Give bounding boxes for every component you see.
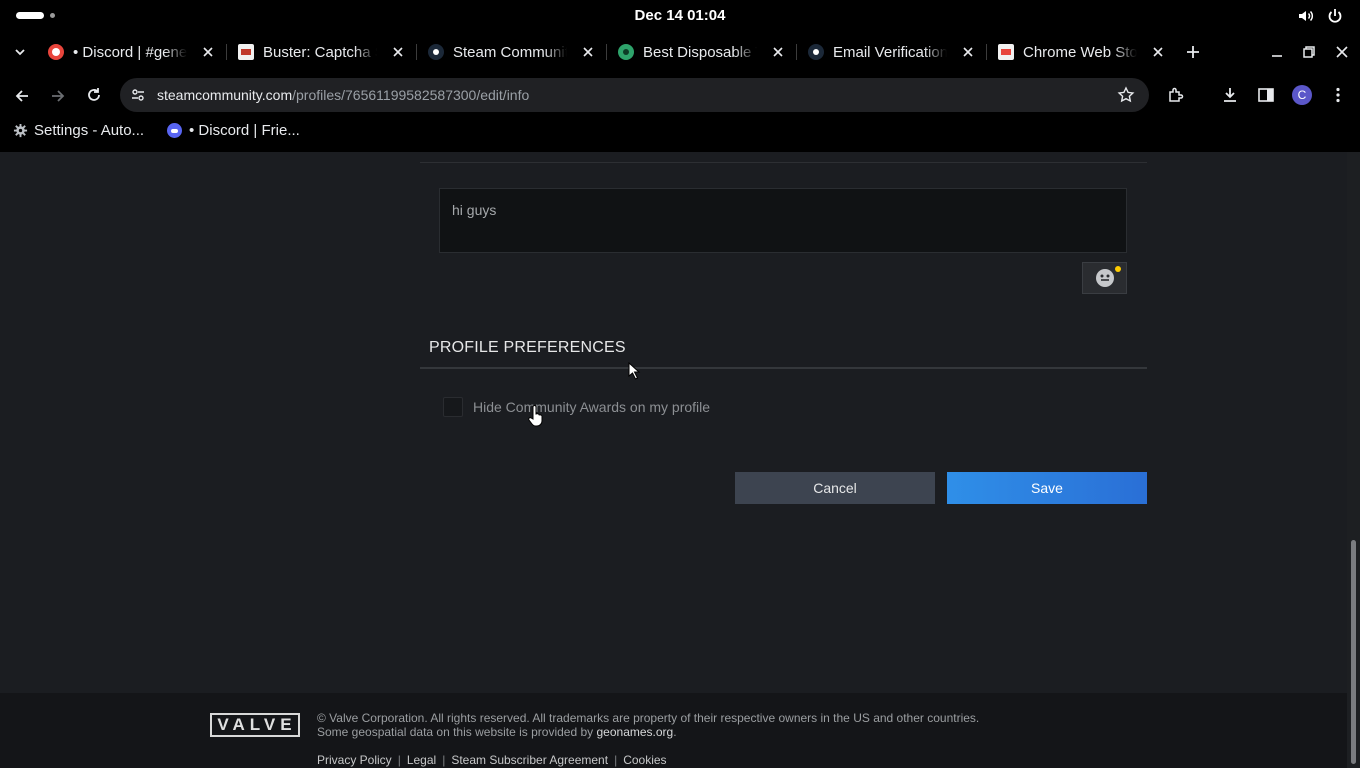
close-tab-icon[interactable] (580, 44, 596, 60)
profile-avatar[interactable]: C (1292, 85, 1312, 105)
side-panel-icon[interactable] (1257, 86, 1275, 104)
steam-footer: VALVE © Valve Corporation. All rights re… (0, 693, 1347, 768)
smiley-icon (1095, 269, 1114, 287)
tab-title: Steam Community (453, 43, 567, 61)
forward-icon[interactable] (49, 87, 67, 105)
tab-temp-mail[interactable]: Best Disposable Temp (618, 34, 786, 70)
section-title-profile-preferences: PROFILE PREFERENCES (429, 339, 626, 356)
power-icon[interactable] (1326, 7, 1344, 25)
hide-awards-checkbox[interactable] (443, 397, 463, 417)
scrollbar-thumb[interactable] (1351, 540, 1356, 764)
discord-icon (48, 44, 64, 60)
tab-discord[interactable]: • Discord | #general (48, 34, 216, 70)
tab-title: Best Disposable Temp (643, 43, 757, 61)
steam-icon (428, 44, 444, 60)
browser-toolbar: steamcommunity.com/profiles/765611995825… (0, 78, 1360, 112)
tab-buster[interactable]: Buster: Captcha Solver (238, 34, 406, 70)
os-top-bar: Dec 14 01:04 (0, 0, 1360, 32)
tab-steam-community[interactable]: Steam Community (428, 34, 596, 70)
cancel-button[interactable]: Cancel (735, 472, 935, 504)
tab-email-verification[interactable]: Email Verification (808, 34, 976, 70)
menu-icon[interactable] (1329, 86, 1347, 104)
site-info-icon[interactable] (130, 87, 146, 103)
divider (420, 367, 1147, 369)
bookmark-star-icon[interactable] (1117, 86, 1135, 104)
close-tab-icon[interactable] (770, 44, 786, 60)
url-host: steamcommunity.com (157, 87, 293, 103)
bookmarks-bar: Settings - Auto... • Discord | Frie... (0, 118, 1360, 146)
temp-mail-icon (618, 44, 634, 60)
tab-search-chevron-icon[interactable] (13, 45, 27, 59)
tab-title: Email Verification (833, 43, 947, 61)
hide-awards-label[interactable]: Hide Community Awards on my profile (473, 399, 710, 415)
discord-icon (167, 123, 182, 138)
new-tab-icon[interactable] (1185, 44, 1201, 60)
geospatial-notice: Some geospatial data on this website is … (317, 725, 677, 739)
close-window-icon[interactable] (1334, 44, 1350, 60)
url-path: /profiles/76561199582587300/edit/info (292, 87, 530, 103)
extensions-icon[interactable] (1167, 86, 1185, 104)
legal-link[interactable]: Legal (407, 753, 436, 767)
steam-icon (808, 44, 824, 60)
restore-icon[interactable] (1301, 44, 1317, 60)
subscriber-agreement-link[interactable]: Steam Subscriber Agreement (451, 753, 608, 767)
geonames-link[interactable]: geonames.org (597, 725, 674, 739)
bookmark-label: • Discord | Frie... (189, 122, 300, 139)
bookmark-discord[interactable]: • Discord | Frie... (167, 122, 300, 139)
close-tab-icon[interactable] (390, 44, 406, 60)
steam-edit-profile-page: hi guys PROFILE PREFERENCES Hide Communi… (0, 152, 1347, 693)
close-tab-icon[interactable] (1150, 44, 1166, 60)
close-tab-icon[interactable] (960, 44, 976, 60)
bookmark-settings[interactable]: Settings - Auto... (13, 122, 144, 139)
tab-title: Buster: Captcha Solver (263, 43, 377, 61)
geo-suffix: . (673, 725, 677, 739)
tab-strip: • Discord | #general Buster: Captcha Sol… (0, 32, 1360, 72)
save-button[interactable]: Save (947, 472, 1147, 504)
download-icon[interactable] (1221, 86, 1239, 104)
summary-textarea[interactable]: hi guys (439, 188, 1127, 253)
minimize-icon[interactable] (1269, 44, 1285, 60)
bookmark-label: Settings - Auto... (34, 122, 145, 139)
tab-chrome-web-store[interactable]: Chrome Web Store (998, 34, 1166, 70)
close-tab-icon[interactable] (200, 44, 216, 60)
geo-prefix: Some geospatial data on this website is … (317, 725, 597, 739)
gear-icon (13, 123, 28, 138)
summary-text: hi guys (452, 202, 497, 218)
page-scrollbar[interactable] (1347, 152, 1360, 768)
buster-icon (238, 44, 254, 60)
tab-title: • Discord | #general (73, 43, 187, 61)
webstore-icon (998, 44, 1014, 60)
address-bar[interactable]: steamcommunity.com/profiles/765611995825… (120, 78, 1149, 112)
clock[interactable]: Dec 14 01:04 (0, 7, 1360, 24)
divider (420, 162, 1147, 163)
privacy-policy-link[interactable]: Privacy Policy (317, 753, 392, 767)
emoticon-button[interactable] (1082, 262, 1127, 294)
copyright-text: © Valve Corporation. All rights reserved… (317, 711, 980, 725)
tab-title: Chrome Web Store (1023, 43, 1137, 61)
footer-links: Privacy Policy | Legal | Steam Subscriber Ag… (317, 753, 667, 767)
cookies-link[interactable]: Cookies (623, 753, 666, 767)
new-badge-dot (1115, 266, 1121, 272)
back-icon[interactable] (13, 87, 31, 105)
valve-logo[interactable]: VALVE (210, 713, 300, 737)
reload-icon[interactable] (85, 86, 103, 104)
url-text[interactable]: steamcommunity.com/profiles/765611995825… (157, 87, 529, 103)
volume-icon[interactable] (1297, 7, 1315, 25)
